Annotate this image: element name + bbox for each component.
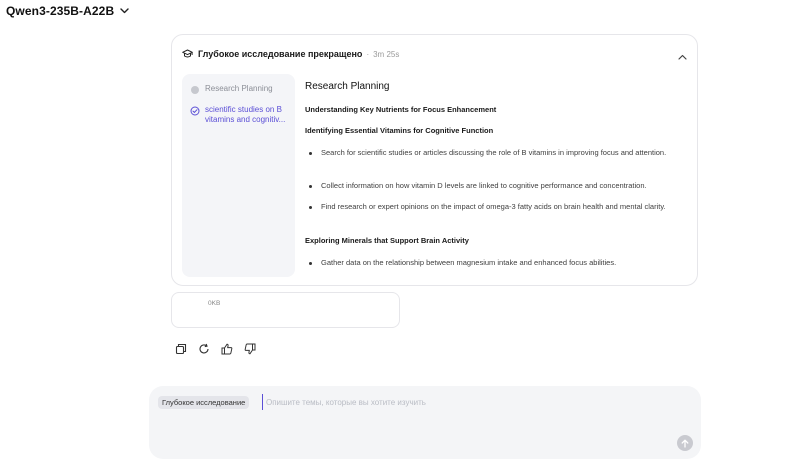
regenerate-button[interactable] bbox=[197, 342, 210, 355]
thumbs-up-icon bbox=[221, 343, 232, 354]
step-done-icon bbox=[191, 86, 199, 94]
list-item: Find research or expert opinions on the … bbox=[309, 200, 681, 214]
section-heading: Identifying Essential Vitamins for Cogni… bbox=[305, 126, 494, 135]
research-content: Research Planning Understanding Key Nutr… bbox=[305, 81, 685, 267]
like-button[interactable] bbox=[220, 342, 233, 355]
deep-research-chip[interactable]: Глубокое исследование bbox=[158, 396, 250, 409]
list-item: Search for scientific studies or article… bbox=[309, 146, 681, 160]
copy-icon bbox=[175, 343, 186, 354]
deep-research-card: Глубокое исследование прекращено · 3m 25… bbox=[171, 34, 698, 286]
check-circle-icon bbox=[190, 106, 200, 116]
collapse-button[interactable] bbox=[678, 47, 687, 65]
list-item: Collect information on how vitamin D lev… bbox=[309, 179, 681, 193]
elapsed-time: 3m 25s bbox=[373, 49, 400, 59]
send-button[interactable] bbox=[677, 435, 693, 451]
file-attachment-card[interactable]: 0KB bbox=[171, 292, 400, 328]
separator-dot: · bbox=[366, 49, 370, 59]
chevron-down-icon bbox=[120, 8, 129, 14]
arrow-up-icon bbox=[681, 439, 689, 448]
content-heading: Research Planning bbox=[305, 81, 390, 92]
list-item: Gather data on the relationship between … bbox=[309, 256, 681, 270]
research-status-title: Глубокое исследование прекращено bbox=[198, 49, 363, 59]
message-actions bbox=[174, 342, 256, 355]
model-selector[interactable]: Qwen3-235B-A22B bbox=[6, 3, 129, 19]
research-header: Глубокое исследование прекращено · 3m 25… bbox=[182, 45, 687, 63]
graduation-cap-icon bbox=[182, 49, 193, 59]
research-steps-panel: Research Planning scientific studies on … bbox=[182, 74, 295, 277]
model-name: Qwen3-235B-A22B bbox=[6, 4, 115, 18]
regenerate-icon bbox=[199, 343, 209, 353]
copy-button[interactable] bbox=[174, 342, 187, 355]
chat-composer: Глубокое исследование bbox=[149, 386, 701, 459]
step-research-planning[interactable]: Research Planning bbox=[190, 84, 273, 95]
thumbs-down-icon bbox=[244, 343, 255, 354]
dislike-button[interactable] bbox=[243, 342, 256, 355]
section-heading: Understanding Key Nutrients for Focus En… bbox=[305, 105, 497, 114]
file-size: 0KB bbox=[208, 300, 221, 307]
step-label: Research Planning bbox=[205, 84, 273, 93]
step-label: scientific studies on B vitamins and cog… bbox=[205, 105, 286, 124]
topic-input[interactable] bbox=[262, 394, 689, 410]
section-heading: Exploring Minerals that Support Brain Ac… bbox=[305, 236, 469, 245]
chevron-up-icon bbox=[678, 54, 687, 60]
step-scientific-studies[interactable]: scientific studies on B vitamins and cog… bbox=[190, 105, 295, 125]
